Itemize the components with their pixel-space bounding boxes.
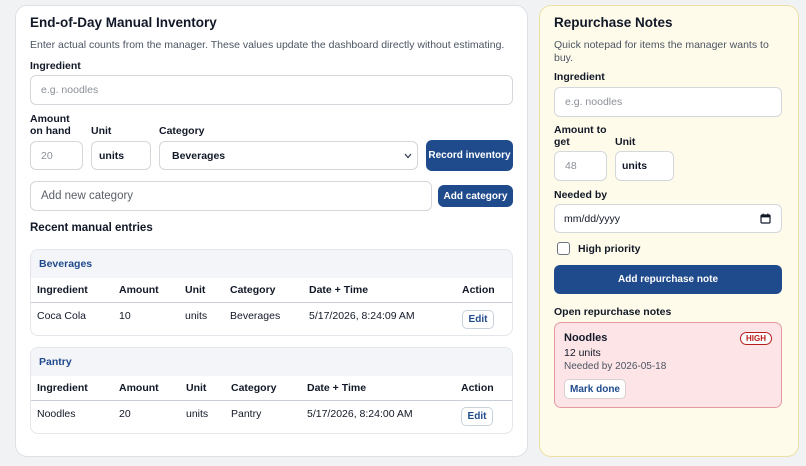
cell-ingredient: Noodles: [37, 408, 76, 420]
inventory-subtitle: Enter actual counts from the manager. Th…: [30, 39, 505, 51]
ingredient-placeholder: e.g. noodles: [41, 84, 99, 96]
category-select[interactable]: Beverages: [159, 141, 418, 170]
repurchase-unit-value: units: [622, 160, 648, 172]
add-repurchase-note-button[interactable]: Add repurchase note: [554, 265, 782, 294]
cell-datetime: 5/17/2026, 8:24:09 AM: [309, 310, 415, 322]
repurchase-ingredient-input[interactable]: e.g. noodles: [554, 87, 782, 117]
add-category-button[interactable]: Add category: [438, 185, 513, 207]
column-header: Date + Time: [309, 284, 369, 296]
entry-group-pantry: Pantry Ingredient Amount Unit Category D…: [30, 347, 513, 434]
column-header: Unit: [186, 382, 207, 394]
repurchase-amount-label: Amount to get: [554, 124, 607, 148]
cell-amount: 20: [119, 408, 131, 420]
inventory-title: End-of-Day Manual Inventory: [30, 15, 217, 30]
entry-group-beverages: Beverages Ingredient Amount Unit Categor…: [30, 249, 513, 336]
record-inventory-button[interactable]: Record inventory: [426, 140, 513, 171]
column-header: Action: [461, 382, 494, 394]
unit-label: Unit: [91, 125, 112, 137]
unit-value: units: [99, 149, 125, 162]
repurchase-unit-input[interactable]: units: [615, 151, 674, 181]
cell-ingredient: Coca Cola: [37, 310, 87, 322]
repurchase-amount-label-line1: Amount to: [554, 124, 607, 136]
repurchase-amount-input[interactable]: 48: [554, 151, 607, 181]
unit-input[interactable]: units: [91, 141, 151, 170]
cell-datetime: 5/17/2026, 8:24:00 AM: [307, 408, 413, 420]
repurchase-unit-label: Unit: [615, 136, 636, 148]
amount-label-line2: on hand: [30, 125, 71, 137]
header-divider: [31, 400, 512, 401]
repurchase-subtitle-line2: buy.: [554, 52, 574, 64]
new-category-input[interactable]: Add new category: [30, 181, 432, 211]
date-placeholder: mm/dd/yyyy: [564, 212, 621, 225]
note-needed-by: Needed by 2026-05-18: [564, 361, 667, 372]
cell-unit: units: [186, 408, 209, 420]
category-label: Category: [159, 125, 205, 137]
recent-entries-title: Recent manual entries: [30, 222, 153, 234]
column-header: Ingredient: [37, 382, 88, 394]
amount-label-line1: Amount: [30, 113, 70, 125]
column-header: Ingredient: [37, 284, 88, 296]
amount-input[interactable]: 20: [30, 141, 83, 170]
cell-unit: units: [185, 310, 208, 322]
amount-label: Amount on hand: [30, 113, 71, 137]
amount-placeholder: 20: [41, 149, 53, 162]
ingredient-label: Ingredient: [30, 60, 81, 72]
repurchase-amount-placeholder: 48: [565, 160, 577, 172]
column-header: Category: [231, 382, 277, 394]
edit-button[interactable]: Edit: [461, 407, 493, 426]
column-header: Unit: [185, 284, 206, 296]
high-priority-badge: HIGH: [740, 332, 772, 345]
new-category-placeholder: Add new category: [41, 190, 134, 202]
repurchase-subtitle: Quick notepad for items the manager want…: [554, 39, 769, 65]
repurchase-title: Repurchase Notes: [554, 15, 673, 30]
column-header: Amount: [119, 382, 159, 394]
calendar-icon[interactable]: [760, 213, 771, 224]
open-notes-title: Open repurchase notes: [554, 306, 672, 318]
high-priority-checkbox[interactable]: [557, 242, 570, 255]
repurchase-ingredient-label: Ingredient: [554, 71, 605, 83]
needed-by-label: Needed by: [554, 189, 608, 201]
header-divider: [31, 302, 512, 303]
note-name: Noodles: [564, 332, 608, 344]
column-header: Action: [462, 284, 495, 296]
mark-done-button[interactable]: Mark done: [564, 379, 626, 399]
category-value: Beverages: [172, 149, 226, 162]
group-title: Beverages: [31, 250, 512, 278]
column-header: Amount: [119, 284, 159, 296]
needed-by-date-input[interactable]: mm/dd/yyyy: [554, 204, 782, 233]
repurchase-amount-label-line2: get: [554, 136, 570, 148]
chevron-down-icon: [404, 153, 412, 159]
note-quantity: 12 units: [564, 347, 601, 359]
column-header: Date + Time: [307, 382, 367, 394]
edit-button[interactable]: Edit: [462, 310, 494, 329]
cell-category: Beverages: [230, 310, 281, 322]
high-priority-label: High priority: [578, 243, 641, 255]
ingredient-input[interactable]: e.g. noodles: [30, 75, 513, 105]
column-header: Category: [230, 284, 276, 296]
repurchase-note-card: Noodles HIGH 12 units Needed by 2026-05-…: [554, 322, 782, 408]
cell-amount: 10: [119, 310, 131, 322]
repurchase-subtitle-line1: Quick notepad for items the manager want…: [554, 39, 769, 51]
group-title: Pantry: [31, 348, 512, 376]
repurchase-ingredient-placeholder: e.g. noodles: [565, 96, 623, 108]
cell-category: Pantry: [231, 408, 262, 420]
